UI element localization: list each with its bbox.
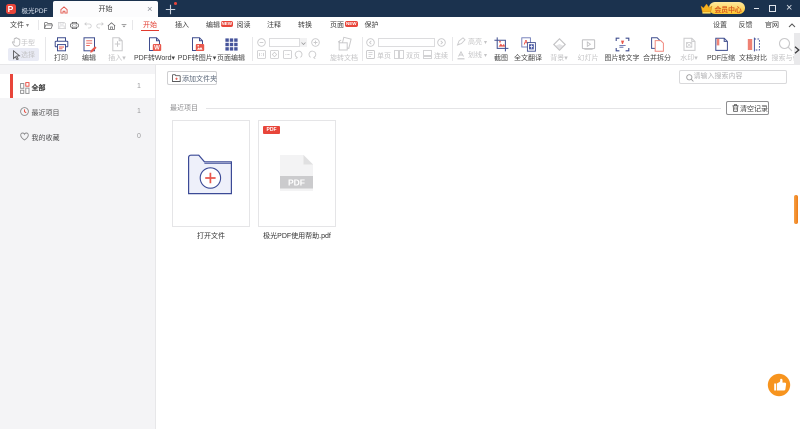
svg-text:W: W xyxy=(154,45,160,51)
svg-text:PDF: PDF xyxy=(288,178,305,188)
